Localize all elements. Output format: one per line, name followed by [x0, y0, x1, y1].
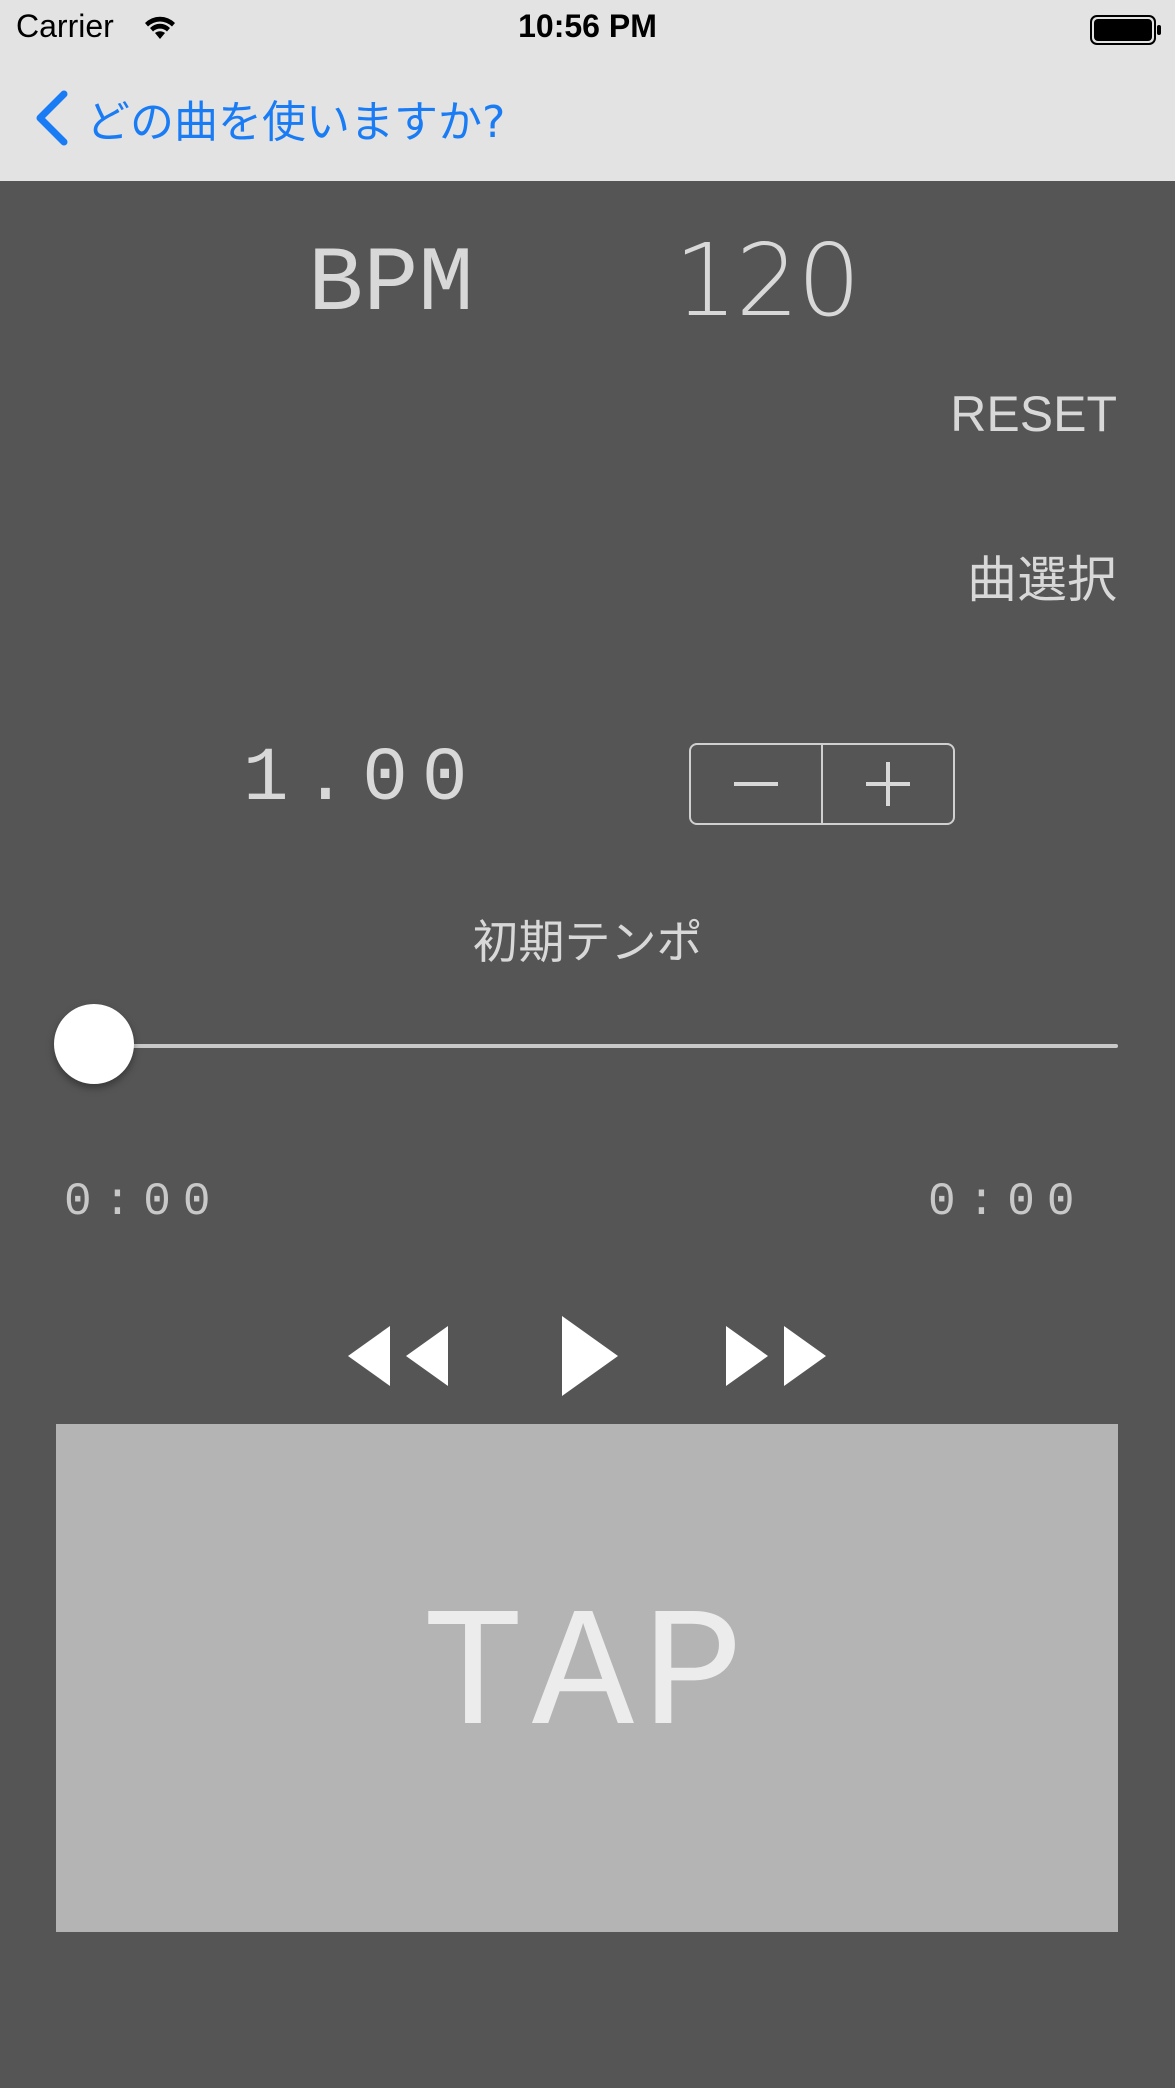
playback-rate-value: 1.00	[243, 736, 482, 822]
back-button-label: どの曲を使いますか?	[86, 97, 506, 148]
reset-button[interactable]: RESET	[950, 385, 1117, 443]
play-icon[interactable]	[562, 1316, 618, 1396]
song-select-button[interactable]: 曲選択	[967, 540, 1117, 612]
status-bar: Carrier 10:56 PM	[0, 0, 1175, 58]
initial-tempo-label: 初期テンポ	[472, 915, 703, 969]
rate-decrement-button[interactable]	[691, 745, 821, 823]
status-clock: 10:56 PM	[518, 8, 657, 44]
rate-stepper	[689, 743, 955, 825]
back-button[interactable]: どの曲を使いますか?	[30, 88, 505, 148]
total-time: 0:00	[928, 1176, 1087, 1228]
back-chevron-icon	[36, 90, 68, 146]
tap-label: TAP	[421, 1581, 753, 1775]
tap-button[interactable]: TAP	[56, 1424, 1118, 1932]
rate-increment-button[interactable]	[823, 745, 953, 823]
elapsed-time: 0:00	[64, 1176, 223, 1228]
bpm-value: 120	[674, 222, 861, 339]
playback-slider-thumb[interactable]	[54, 1004, 134, 1084]
bpm-label: BPM	[308, 232, 474, 337]
rewind-icon[interactable]	[348, 1326, 448, 1386]
minus-icon	[734, 782, 778, 786]
plus-icon	[866, 762, 910, 806]
battery-icon	[1090, 15, 1161, 45]
playback-slider-track[interactable]	[94, 1044, 1118, 1048]
navigation-bar: どの曲を使いますか?	[0, 58, 1175, 181]
fast-forward-icon[interactable]	[726, 1326, 826, 1386]
